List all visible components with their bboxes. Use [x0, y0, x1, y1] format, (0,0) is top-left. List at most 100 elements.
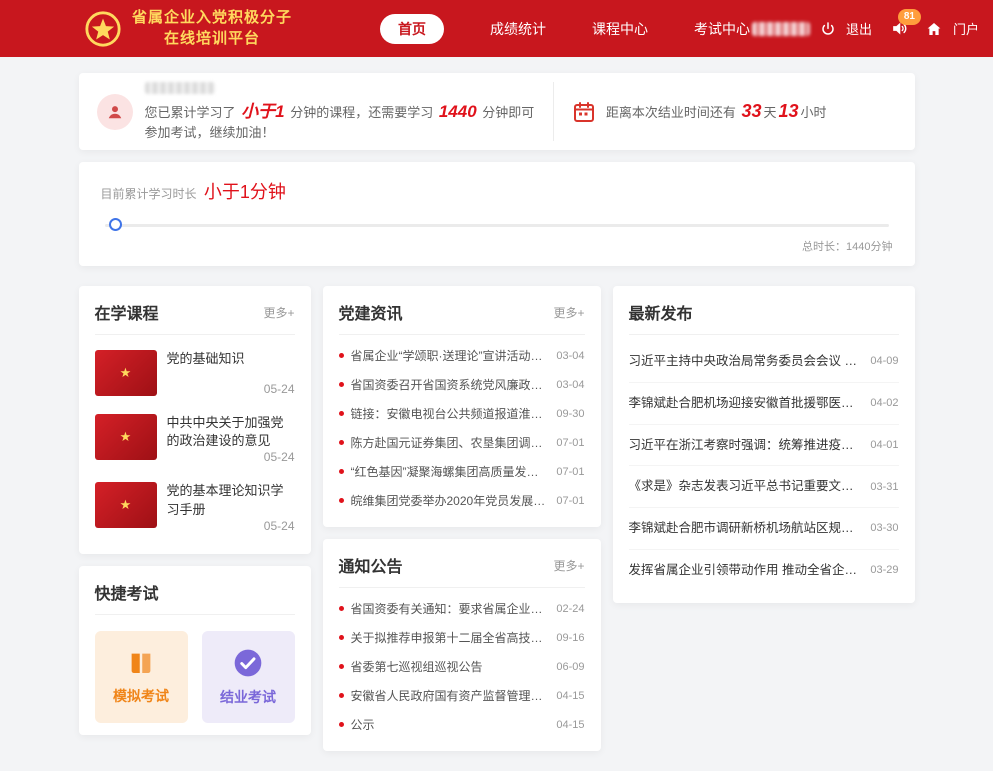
course-title: 党的基本理论知识学习手册 — [167, 482, 295, 518]
total-duration-label: 总时长：1440分钟 — [101, 238, 893, 254]
latest-date: 04-09 — [870, 355, 898, 367]
latest-title: 李锦斌赴合肥机场迎接安徽首批援鄂医疗队凯... — [629, 394, 863, 413]
power-icon[interactable] — [820, 21, 836, 37]
party-emblem-logo — [84, 10, 122, 48]
news-item[interactable]: 省国资委召开省国资系统党风廉政建设和反腐... 03-04 — [339, 370, 585, 399]
final-exam-check-icon — [232, 647, 264, 679]
news-date: 07-01 — [556, 466, 584, 478]
latest-item[interactable]: 习近平主持中央政治局常务委员会会议 分析国... 04-09 — [629, 341, 899, 383]
party-news-panel: 党建资讯 更多+ 省属企业“学颂职·送理论”宣讲活动走进华安... 03-04 … — [323, 286, 601, 527]
bullet-dot-icon — [339, 411, 344, 416]
minutes-studied-value: 小于1 — [239, 102, 286, 121]
portal-link[interactable]: 门户 — [953, 19, 979, 38]
dashboard-columns: 在学课程 更多+ ★ 党的基础知识 05-24 ★ 中共中央关于加强党的政治建设… — [79, 286, 915, 771]
bullet-dot-icon — [339, 635, 344, 640]
latest-date: 03-31 — [870, 481, 898, 493]
notification-badge: 81 — [898, 9, 921, 25]
calendar-icon — [572, 100, 596, 124]
course-date: 05-24 — [167, 519, 295, 533]
news-title: 链接：安徽电视台公共频道报道淮南职业学院... — [351, 405, 550, 422]
news-title: “红色基因”凝聚海螺集团高质量发展磅礴力... — [351, 463, 550, 480]
logout-button[interactable]: 退出 — [846, 19, 872, 38]
progress-value: 小于1分钟 — [204, 182, 286, 202]
slider-knob[interactable] — [109, 218, 122, 231]
notice-item[interactable]: 关于拟推荐申报第十二届全省高技能人才评选... 09-16 — [339, 623, 585, 652]
news-title: 省国资委召开省国资系统党风廉政建设和反腐... — [351, 376, 550, 393]
slider-track — [105, 224, 889, 227]
news-date: 03-04 — [556, 379, 584, 391]
bullet-dot-icon — [339, 722, 344, 727]
notices-more-link[interactable]: 更多+ — [553, 557, 584, 574]
progress-label: 目前累计学习时长 — [101, 187, 197, 201]
notice-date: 02-24 — [556, 603, 584, 615]
final-exam-label: 结业考试 — [220, 687, 276, 707]
party-news-panel-title: 党建资讯 — [339, 300, 403, 324]
bullet-dot-icon — [339, 469, 344, 474]
news-item[interactable]: 皖维集团党委举办2020年党员发展对象培训班... 07-01 — [339, 486, 585, 515]
latest-title: 李锦斌赴合肥市调研新桥机场航站区规划建设... — [629, 519, 863, 538]
progress-label-row: 目前累计学习时长 小于1分钟 — [101, 178, 893, 204]
course-title: 党的基础知识 — [167, 350, 295, 368]
latest-item[interactable]: 习近平在浙江考察时强调：统筹推进疫情防控... 04-01 — [629, 425, 899, 467]
days-unit: 天 — [763, 105, 776, 120]
bullet-dot-icon — [339, 382, 344, 387]
notice-title: 安徽省人民政府国有资产监督管理委员会网站... — [351, 687, 550, 704]
course-title: 中共中央关于加强党的政治建设的意见 — [167, 414, 295, 450]
notice-title: 省国资委有关通知：要求省属企业认真贯彻落... — [351, 600, 550, 617]
news-date: 09-30 — [556, 408, 584, 420]
course-item[interactable]: ★ 中共中央关于加强党的政治建设的意见 05-24 — [95, 405, 295, 473]
banner-divider — [553, 82, 554, 141]
notice-date: 04-15 — [556, 719, 584, 731]
nav-item-exams[interactable]: 考试中心 — [694, 19, 750, 39]
latest-date: 04-01 — [870, 439, 898, 451]
news-item[interactable]: 省属企业“学颂职·送理论”宣讲活动走进华安... 03-04 — [339, 341, 585, 370]
notice-item[interactable]: 公示 04-15 — [339, 710, 585, 739]
latest-title: 《求是》杂志发表习近平总书记重要文章《在... — [629, 477, 863, 496]
notice-title: 关于拟推荐申报第十二届全省高技能人才评选... — [351, 629, 550, 646]
courses-more-link[interactable]: 更多+ — [263, 304, 294, 321]
study-status-banner: 您已累计学习了 小于1 分钟的课程，还需要学习 1440 分钟即可参加考试，继续… — [79, 73, 915, 150]
user-name-redacted — [752, 22, 810, 36]
message-prefix: 您已累计学习了 — [145, 105, 240, 120]
brand: 省属企业入党积极分子 在线培训平台 — [84, 8, 292, 49]
notice-item[interactable]: 省国资委有关通知：要求省属企业认真贯彻落... 02-24 — [339, 594, 585, 623]
news-item[interactable]: 链接：安徽电视台公共频道报道淮南职业学院... 09-30 — [339, 399, 585, 428]
main-content: 您已累计学习了 小于1 分钟的课程，还需要学习 1440 分钟即可参加考试，继续… — [79, 73, 915, 771]
bullet-dot-icon — [339, 498, 344, 503]
notice-date: 06-09 — [556, 661, 584, 673]
nav-item-home[interactable]: 首页 — [380, 14, 444, 44]
nav-item-scores[interactable]: 成绩统计 — [490, 19, 546, 39]
hours-unit: 小时 — [801, 105, 827, 120]
party-news-more-link[interactable]: 更多+ — [553, 304, 584, 321]
bullet-dot-icon — [339, 353, 344, 358]
news-item[interactable]: “红色基因”凝聚海螺集团高质量发展磅礴力... 07-01 — [339, 457, 585, 486]
news-title: 皖维集团党委举办2020年党员发展对象培训班... — [351, 492, 550, 509]
deadline-prefix: 距离本次结业时间还有 — [606, 105, 740, 120]
notice-item[interactable]: 省委第七巡视组巡视公告 06-09 — [339, 652, 585, 681]
bullet-dot-icon — [339, 606, 344, 611]
news-title: 陈方赴国元证券集团、农垦集团调研督导 — [351, 434, 550, 451]
nav-item-courses[interactable]: 课程中心 — [592, 19, 648, 39]
app-header: 省属企业入党积极分子 在线培训平台 首页 成绩统计 课程中心 考试中心 退出 8… — [0, 0, 993, 57]
news-date: 07-01 — [556, 495, 584, 507]
notice-item[interactable]: 安徽省人民政府国有资产监督管理委员会网站... 04-15 — [339, 681, 585, 710]
latest-item[interactable]: 《求是》杂志发表习近平总书记重要文章《在... 03-31 — [629, 466, 899, 508]
announcement-speaker-icon[interactable]: 81 — [890, 19, 909, 38]
latest-title: 发挥省属企业引领带动作用 推动全省企业尽快... — [629, 561, 863, 580]
course-date: 05-24 — [167, 450, 295, 464]
mock-exam-button[interactable]: 模拟考试 — [95, 631, 188, 723]
news-item[interactable]: 陈方赴国元证券集团、农垦集团调研督导 07-01 — [339, 428, 585, 457]
mock-exam-label: 模拟考试 — [113, 686, 169, 706]
course-item[interactable]: ★ 党的基本理论知识学习手册 05-24 — [95, 473, 295, 541]
latest-item[interactable]: 发挥省属企业引领带动作用 推动全省企业尽快... 03-29 — [629, 550, 899, 591]
message-middle: 分钟的课程，还需要学习 — [287, 105, 437, 120]
latest-item[interactable]: 李锦斌赴合肥机场迎接安徽首批援鄂医疗队凯... 04-02 — [629, 383, 899, 425]
course-item[interactable]: ★ 党的基础知识 05-24 — [95, 341, 295, 405]
bullet-dot-icon — [339, 664, 344, 669]
study-progress-slider — [105, 218, 889, 232]
deadline-info: 距离本次结业时间还有 33天13小时 — [572, 100, 897, 124]
notice-date: 04-15 — [556, 690, 584, 702]
latest-item[interactable]: 李锦斌赴合肥市调研新桥机场航站区规划建设... 03-30 — [629, 508, 899, 550]
final-exam-button[interactable]: 结业考试 — [202, 631, 295, 723]
home-icon[interactable] — [925, 20, 943, 38]
